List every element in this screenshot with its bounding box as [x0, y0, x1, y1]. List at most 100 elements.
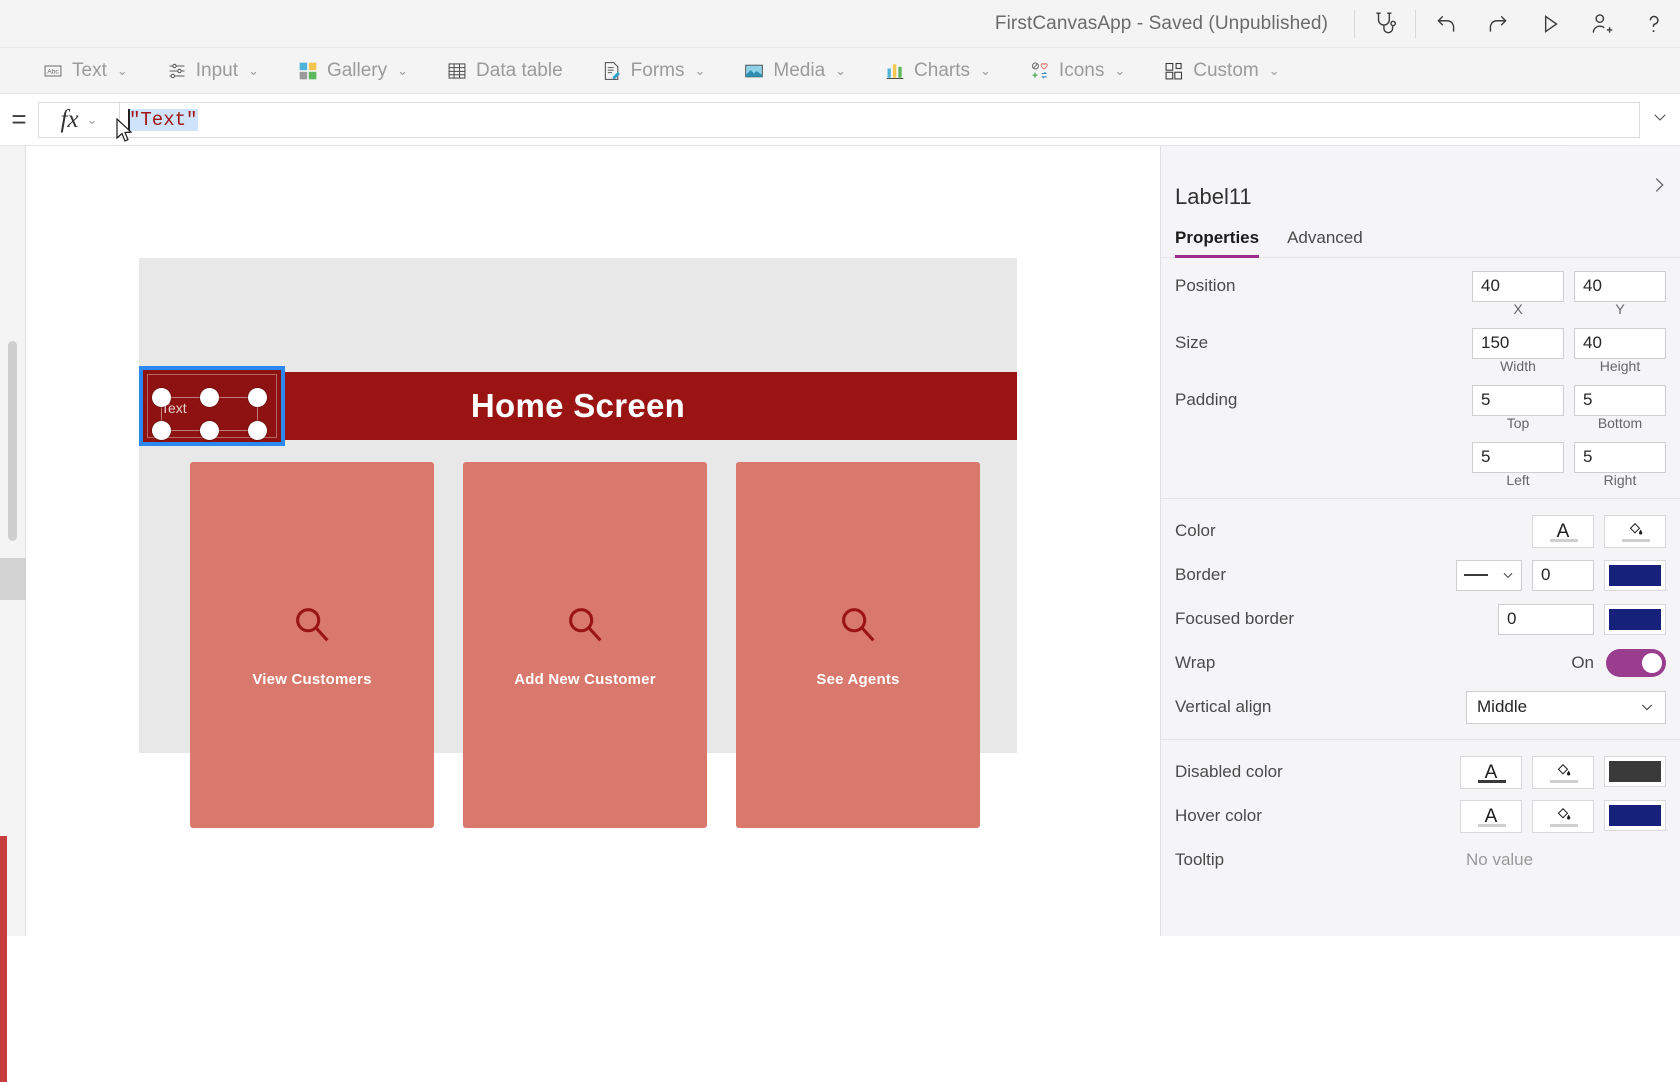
question-mark-icon [1641, 11, 1667, 37]
vertical-align-select[interactable]: Middle [1466, 690, 1666, 724]
hover-fill-color-button[interactable] [1532, 799, 1594, 833]
ribbon-item-forms[interactable]: Forms ⌄ [589, 54, 718, 88]
chevron-down-icon: ⌄ [397, 62, 409, 78]
formula-value: "Text" [128, 108, 199, 131]
app-screen[interactable]: Home Screen Text View Customers Add New … [139, 258, 1017, 828]
padding-bottom-input[interactable] [1574, 384, 1666, 416]
wrap-toggle[interactable] [1606, 649, 1666, 677]
ribbon-label-charts: Charts [914, 59, 971, 81]
formula-input[interactable]: "Text" [120, 101, 1640, 138]
resize-handle-top-center[interactable] [200, 388, 219, 407]
sublabel-height: Height [1599, 358, 1641, 374]
resize-handle-top-right[interactable] [248, 388, 267, 407]
disabled-text-color-button[interactable]: A [1460, 755, 1522, 789]
icons-icon [1029, 60, 1051, 82]
undo-icon [1433, 11, 1459, 37]
redo-button[interactable] [1472, 0, 1524, 48]
ribbon-label-input: Input [195, 59, 239, 81]
label-position: Position [1175, 276, 1236, 295]
font-color-underbar [1478, 823, 1506, 827]
custom-blocks-icon [1163, 60, 1185, 82]
equals-sign: = [11, 104, 27, 134]
border-style-select[interactable] [1456, 559, 1522, 591]
label-vertical-align: Vertical align [1175, 697, 1272, 716]
label-tooltip: Tooltip [1175, 850, 1225, 869]
ribbon-item-icons[interactable]: Icons ⌄ [1017, 54, 1137, 88]
disabled-fill-color-button[interactable] [1532, 755, 1594, 789]
row-color: Color A [1161, 509, 1680, 553]
canvas-area[interactable]: Home Screen Text View Customers Add New … [26, 146, 1160, 936]
ribbon-item-input[interactable]: Input ⌄ [154, 54, 271, 88]
resize-handle-top-left[interactable] [152, 388, 171, 407]
abc-icon: Abc [42, 60, 64, 82]
toggle-knob [1642, 653, 1662, 673]
ribbon-item-gallery[interactable]: Gallery ⌄ [285, 54, 420, 88]
fx-label: fx [60, 105, 79, 133]
card-see-agents[interactable]: See Agents [736, 462, 980, 828]
property-selector-button[interactable]: fx ⌄ [38, 101, 120, 138]
tab-advanced[interactable]: Advanced [1287, 228, 1363, 257]
chevron-down-icon: ⌄ [980, 62, 991, 78]
card-add-new-customer[interactable]: Add New Customer [463, 462, 707, 828]
left-rail-scrollbar[interactable] [8, 341, 17, 541]
panel-expand-button[interactable] [1646, 172, 1672, 198]
ribbon-item-charts[interactable]: Charts ⌄ [872, 54, 1003, 88]
text-color-button[interactable]: A [1532, 514, 1594, 548]
focused-border-width-input[interactable] [1498, 603, 1594, 635]
formula-expand-button[interactable] [1640, 102, 1680, 138]
resize-handle-bottom-left[interactable] [152, 421, 171, 440]
padding-left-input[interactable] [1472, 441, 1564, 473]
tooltip-input[interactable] [1466, 844, 1666, 876]
table-icon [446, 60, 468, 82]
focused-border-color-swatch[interactable] [1604, 603, 1666, 635]
card-label: See Agents [816, 671, 900, 688]
resize-handle-bottom-right[interactable] [248, 421, 267, 440]
app-checker-button[interactable] [1359, 0, 1411, 48]
ribbon-item-custom[interactable]: Custom ⌄ [1151, 54, 1291, 88]
sublabel-width: Width [1500, 358, 1536, 374]
chevron-down-icon: ⌄ [86, 111, 98, 127]
left-rail-thumb[interactable] [0, 558, 26, 600]
ribbon-item-text[interactable]: Abc Text ⌄ [30, 54, 140, 88]
chevron-down-icon: ⌄ [835, 62, 847, 78]
ribbon-item-data-table[interactable]: Data table [434, 54, 575, 88]
sublabel-left: Left [1506, 472, 1530, 488]
sublabel-top: Top [1506, 415, 1530, 431]
border-color-swatch[interactable] [1604, 559, 1666, 591]
row-disabled-color: Disabled color A [1161, 750, 1680, 794]
position-y-input[interactable] [1574, 270, 1666, 302]
disabled-color-swatch[interactable] [1604, 755, 1666, 787]
chevron-down-icon: ⌄ [1114, 62, 1126, 78]
help-button[interactable] [1628, 0, 1680, 48]
padding-right-input[interactable] [1574, 441, 1666, 473]
panel-divider-2 [1161, 739, 1680, 740]
size-width-input[interactable] [1472, 327, 1564, 359]
panel-divider-1 [1161, 498, 1680, 499]
card-label: View Customers [252, 671, 372, 688]
card-label: Add New Customer [514, 671, 656, 688]
preview-app-button[interactable] [1524, 0, 1576, 48]
size-height-input[interactable] [1574, 327, 1666, 359]
share-button[interactable] [1576, 0, 1628, 48]
undo-button[interactable] [1420, 0, 1472, 48]
chevron-down-icon: ⌄ [116, 62, 128, 78]
hover-color-swatch[interactable] [1604, 799, 1666, 831]
padding-top-input[interactable] [1472, 384, 1564, 416]
tab-properties[interactable]: Properties [1175, 228, 1260, 258]
ribbon-label-data-table: Data table [476, 59, 563, 81]
position-x-input[interactable] [1472, 270, 1564, 302]
ribbon-item-media[interactable]: Media ⌄ [731, 54, 858, 88]
border-width-input[interactable] [1532, 559, 1594, 591]
resize-handle-bottom-center[interactable] [200, 421, 219, 440]
disabled-color-fill [1609, 760, 1661, 782]
header-divider [1354, 9, 1355, 38]
card-view-customers[interactable]: View Customers [190, 462, 434, 828]
fill-color-button[interactable] [1604, 514, 1666, 548]
hover-text-color-button[interactable]: A [1460, 799, 1522, 833]
redo-icon [1485, 11, 1511, 37]
selected-label-control[interactable]: Text [139, 366, 285, 446]
card-row: View Customers Add New Customer See Agen… [190, 462, 980, 828]
sublabel-y: Y [1615, 301, 1625, 317]
ribbon-label-media: Media [773, 59, 826, 81]
label-size: Size [1175, 333, 1209, 352]
